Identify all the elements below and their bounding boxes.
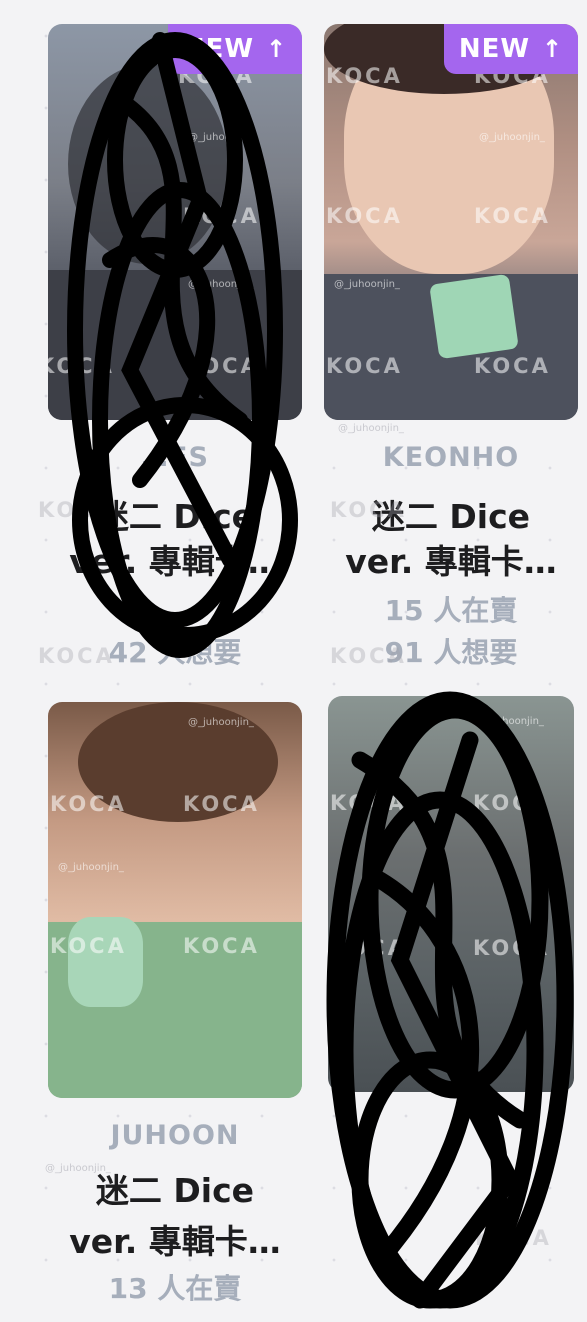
selling-count: 15 人在賣 [384,594,518,627]
photocard-item[interactable]: KOCA KOCA KOCA KOCA @_juhoonjin_ @_juhoo… [48,24,310,674]
photocard-item[interactable]: KOCA KOCA KOCA KOCA KOCA KOCA @_juhoonji… [324,24,586,674]
artist-name: …ES [141,442,209,473]
watermark-logo: KOCA [474,204,551,228]
watermark-logo: KOCA [473,936,550,960]
watermark-handle: @_juhoonjin_ [334,279,400,290]
watermark-logo: KOCA [330,498,407,522]
watermark-handle: @_juhoonjin_ [188,717,254,728]
watermark-logo: KOCA [38,498,115,522]
card-title-line1: 迷二 Dice [95,1171,255,1210]
watermark-logo: KOCA [183,792,260,816]
arrow-up-icon: ↑ [266,35,288,63]
selling-count: 13 人在賣 [108,1272,242,1305]
watermark-logo: KOCA [183,204,260,228]
watermark-logo: KOCA [326,354,403,378]
card-title-line2: ver. 專輯卡… [69,542,281,581]
photocard-item[interactable]: KOCA KOCA KOCA KOCA @_juhoonjin_ @_juhoo… [48,702,310,1322]
watermark-logo: KOCA [473,791,550,815]
watermark-logo: KOCA [474,354,551,378]
watermark-handle: @_juhoonjin_ [478,716,544,727]
watermark-logo: KOCA [50,934,127,958]
watermark-handle: @_juhoonjin_ [58,862,124,873]
artist-name: KEONHO [382,442,520,473]
watermark-logo: KOCA [330,791,407,815]
watermark-handle: @_juhoonjin_ [338,423,404,434]
photocard-image: KOCA KOCA KOCA KOCA @_juhoonjin_ @_juhoo… [48,24,302,420]
photocard-image: KOCA KOCA KOCA KOCA @_juhoonjin_ [328,696,574,1092]
watermark-handle: @_juhoonjin_ [45,1163,111,1174]
watermark-logo: KOCA [183,934,260,958]
watermark-logo: KOCA [330,644,407,668]
artist-name: JUHOON [110,1120,240,1151]
watermark-logo: KOCA [330,936,407,960]
watermark-logo: KOCA [38,644,115,668]
watermark-logo: KOCA [183,354,260,378]
photocard-image: KOCA KOCA KOCA KOCA @_juhoonjin_ @_juhoo… [48,702,302,1098]
card-title-line2: ver. 專輯卡… [345,542,557,581]
card-title-line2: ver. 專輯卡… [69,1222,281,1261]
watermark-logo: KOCA [326,204,403,228]
watermark-handle: @_juhoonjin_ [479,132,545,143]
photocard-image: KOCA KOCA KOCA KOCA KOCA KOCA @_juhoonji… [324,24,578,420]
arrow-up-icon: ↑ [542,35,564,63]
new-badge: NEW ↑ [444,24,578,74]
watermark-logo: KOCA [475,1226,552,1250]
new-badge: NEW ↑ [168,24,302,74]
watermark-handle: @_juhoonjin_ [188,279,254,290]
watermark-logo: KOCA [50,792,127,816]
watermark-logo: KOCA [326,64,403,88]
watermark-logo: KOCA [48,354,115,378]
watermark-handle: @_juhoonjin_ [188,132,254,143]
